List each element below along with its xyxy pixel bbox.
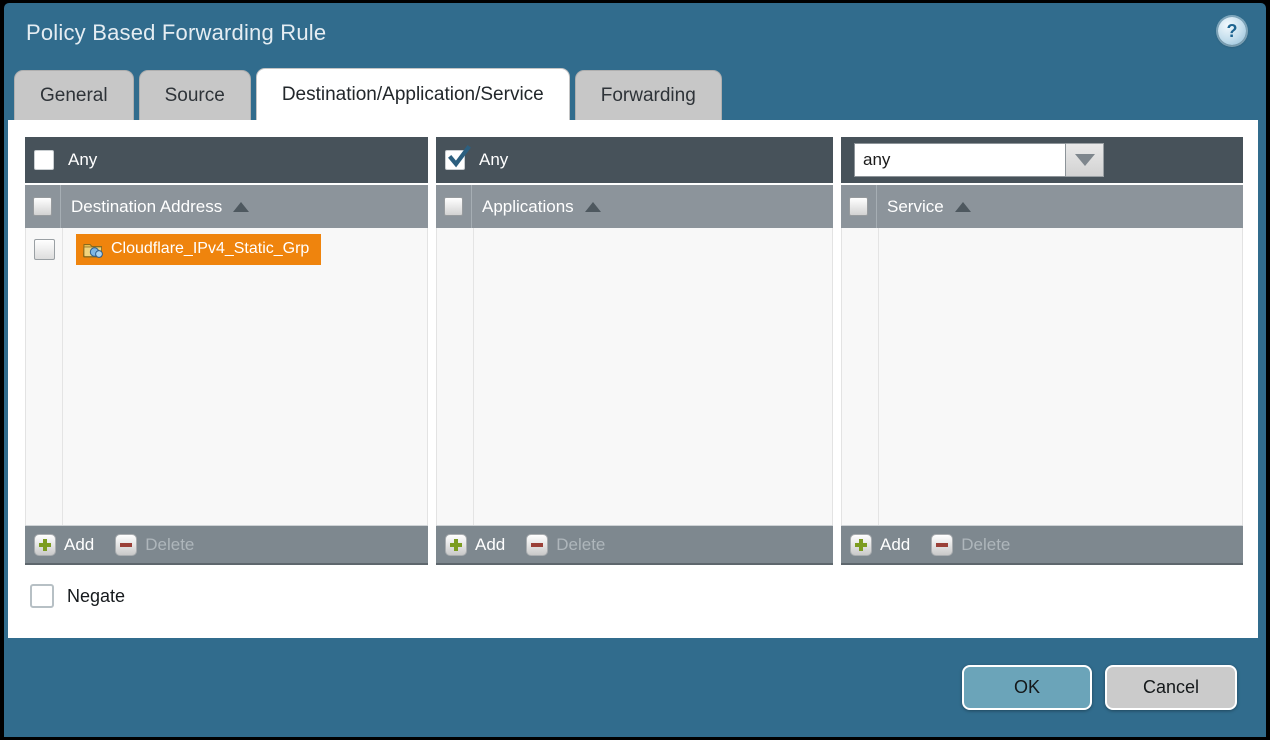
destination-column-header[interactable]: Destination Address [25, 183, 428, 228]
service-add-button[interactable]: Add [880, 535, 910, 555]
destination-any-bar: Any [25, 137, 428, 183]
selected-address-object[interactable]: Cloudflare_IPv4_Static_Grp [76, 234, 321, 265]
destination-toolbar: Add Delete [25, 525, 428, 565]
applications-toolbar: Add Delete [436, 525, 833, 565]
dialog-action-bar: OK Cancel [4, 638, 1266, 737]
row-checkbox[interactable] [34, 239, 55, 260]
service-toolbar: Add Delete [841, 525, 1243, 565]
service-dropdown-value[interactable]: any [854, 143, 1066, 177]
cancel-button[interactable]: Cancel [1105, 665, 1237, 710]
service-list [841, 228, 1243, 525]
service-delete-button[interactable]: Delete [961, 535, 1010, 555]
columns-container: Any Destination Address [25, 137, 1243, 565]
delete-icon[interactable] [115, 534, 137, 556]
delete-icon[interactable] [526, 534, 548, 556]
table-row[interactable]: Cloudflare_IPv4_Static_Grp [26, 228, 427, 270]
destination-delete-button[interactable]: Delete [145, 535, 194, 555]
applications-any-checkbox[interactable] [445, 150, 465, 170]
tab-source[interactable]: Source [139, 70, 251, 120]
applications-delete-button[interactable]: Delete [556, 535, 605, 555]
add-icon[interactable] [445, 534, 467, 556]
negate-checkbox[interactable] [30, 584, 54, 608]
title-bar: Policy Based Forwarding Rule ? [4, 3, 1266, 62]
sort-asc-icon [233, 202, 249, 212]
service-column: any Service [841, 137, 1243, 565]
dialog-window: Policy Based Forwarding Rule ? General S… [0, 0, 1270, 740]
destination-any-label: Any [68, 150, 97, 170]
negate-row: Negate [25, 584, 1243, 608]
applications-any-label: Any [479, 150, 508, 170]
chevron-down-icon [1075, 154, 1095, 166]
dialog-title: Policy Based Forwarding Rule [26, 20, 326, 46]
ok-button[interactable]: OK [962, 665, 1092, 710]
delete-icon[interactable] [931, 534, 953, 556]
service-header-label: Service [887, 197, 944, 217]
service-column-header[interactable]: Service [841, 183, 1243, 228]
applications-column-header[interactable]: Applications [436, 183, 833, 228]
sort-asc-icon [585, 202, 601, 212]
add-icon[interactable] [850, 534, 872, 556]
tab-bar: General Source Destination/Application/S… [4, 62, 1266, 120]
add-icon[interactable] [34, 534, 56, 556]
applications-any-bar: Any [436, 137, 833, 183]
tab-general[interactable]: General [14, 70, 134, 120]
destination-list: Cloudflare_IPv4_Static_Grp [25, 228, 428, 525]
destination-add-button[interactable]: Add [64, 535, 94, 555]
service-dropdown-button[interactable] [1066, 143, 1104, 177]
sort-asc-icon [955, 202, 971, 212]
negate-label: Negate [67, 586, 125, 607]
address-object-label: Cloudflare_IPv4_Static_Grp [111, 240, 309, 258]
applications-header-label: Applications [482, 197, 574, 217]
policy-forwarding-dialog: Policy Based Forwarding Rule ? General S… [4, 3, 1266, 737]
applications-add-button[interactable]: Add [475, 535, 505, 555]
destination-select-all-checkbox[interactable] [33, 197, 52, 216]
destination-header-label: Destination Address [71, 197, 222, 217]
help-icon[interactable]: ? [1218, 17, 1246, 45]
destination-any-checkbox[interactable] [34, 150, 54, 170]
destination-address-column: Any Destination Address [25, 137, 428, 565]
tab-destination-application-service[interactable]: Destination/Application/Service [256, 68, 570, 120]
applications-list [436, 228, 833, 525]
service-select-all-checkbox[interactable] [849, 197, 868, 216]
applications-select-all-checkbox[interactable] [444, 197, 463, 216]
applications-column: Any Applications Add [436, 137, 833, 565]
address-group-icon [83, 240, 103, 258]
service-dropdown[interactable]: any [854, 143, 1104, 177]
service-dropdown-bar: any [841, 137, 1243, 183]
tab-content-panel: Any Destination Address [8, 120, 1258, 638]
tab-forwarding[interactable]: Forwarding [575, 70, 722, 120]
